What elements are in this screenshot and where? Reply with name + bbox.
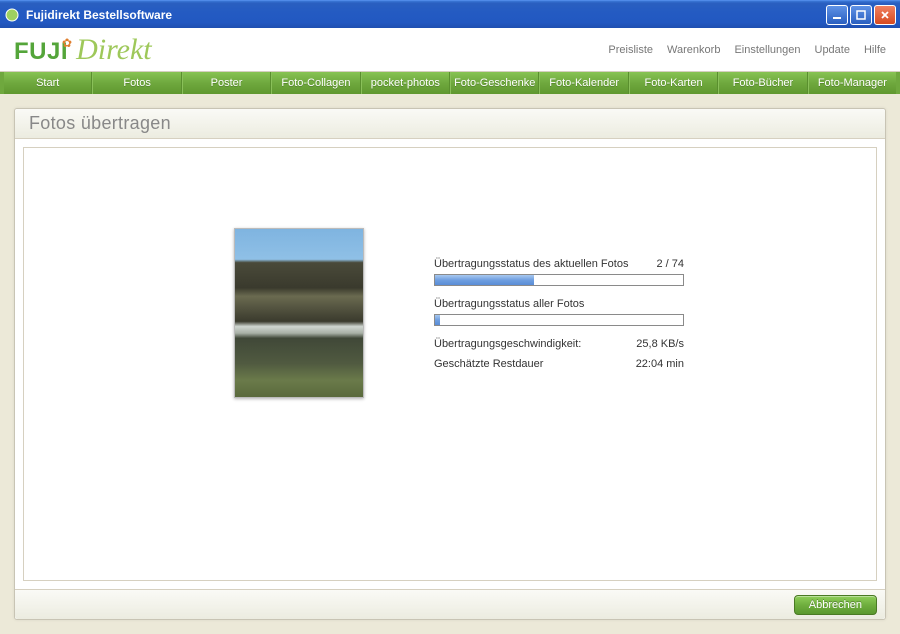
content-area: Fotos übertragen Übertragungsstatus des … bbox=[0, 94, 900, 634]
all-progress-bar bbox=[434, 314, 684, 326]
window-title: Fujidirekt Bestellsoftware bbox=[26, 8, 826, 22]
panel-title: Fotos übertragen bbox=[29, 113, 171, 134]
nav-buecher[interactable]: Foto-Bücher bbox=[718, 72, 807, 94]
nav-collagen[interactable]: Foto-Collagen bbox=[271, 72, 360, 94]
current-progress-bar bbox=[434, 274, 684, 286]
butterfly-icon: ✿ bbox=[62, 36, 72, 50]
close-button[interactable] bbox=[874, 5, 896, 25]
nav-geschenke[interactable]: Foto-Geschenke bbox=[450, 72, 539, 94]
header-links: Preisliste Warenkorb Einstellungen Updat… bbox=[608, 44, 886, 56]
transfer-status: Übertragungsstatus des aktuellen Fotos 2… bbox=[434, 228, 684, 580]
logo-text-2: Direkt bbox=[76, 33, 152, 67]
nav-fotos[interactable]: Fotos bbox=[92, 72, 181, 94]
link-preisliste[interactable]: Preisliste bbox=[608, 44, 653, 56]
nav-manager[interactable]: Foto-Manager bbox=[808, 72, 896, 94]
nav-karten[interactable]: Foto-Karten bbox=[629, 72, 718, 94]
logo: FUJI ✿ Direkt bbox=[14, 33, 152, 67]
speed-value: 25,8 KB/s bbox=[636, 338, 684, 350]
speed-label: Übertragungsgeschwindigkeit: bbox=[434, 338, 581, 350]
panel-title-bar: Fotos übertragen bbox=[15, 109, 885, 139]
current-progress-fill bbox=[435, 275, 534, 285]
app-header: FUJI ✿ Direkt Preisliste Warenkorb Einst… bbox=[0, 28, 900, 72]
eta-label: Geschätzte Restdauer bbox=[434, 358, 543, 370]
nav-pocket[interactable]: pocket-photos bbox=[361, 72, 450, 94]
cancel-button[interactable]: Abbrechen bbox=[794, 595, 877, 615]
nav-poster[interactable]: Poster bbox=[182, 72, 271, 94]
link-hilfe[interactable]: Hilfe bbox=[864, 44, 886, 56]
link-warenkorb[interactable]: Warenkorb bbox=[667, 44, 720, 56]
panel-body: Übertragungsstatus des aktuellen Fotos 2… bbox=[23, 147, 877, 581]
current-status-label: Übertragungsstatus des aktuellen Fotos bbox=[434, 258, 628, 270]
main-nav: Start Fotos Poster Foto-Collagen pocket-… bbox=[0, 72, 900, 94]
all-progress-fill bbox=[435, 315, 440, 325]
current-status-counter: 2 / 74 bbox=[656, 258, 684, 270]
app-icon bbox=[4, 7, 20, 23]
photo-thumbnail bbox=[234, 228, 364, 398]
panel-bottom-bar: Abbrechen bbox=[15, 589, 885, 619]
window-titlebar: Fujidirekt Bestellsoftware bbox=[0, 0, 900, 28]
link-einstellungen[interactable]: Einstellungen bbox=[734, 44, 800, 56]
eta-value: 22:04 min bbox=[636, 358, 684, 370]
all-status-label: Übertragungsstatus aller Fotos bbox=[434, 298, 584, 310]
nav-start[interactable]: Start bbox=[4, 72, 92, 94]
transfer-panel: Fotos übertragen Übertragungsstatus des … bbox=[14, 108, 886, 620]
link-update[interactable]: Update bbox=[815, 44, 850, 56]
logo-text-1: FUJI bbox=[14, 38, 68, 66]
maximize-button[interactable] bbox=[850, 5, 872, 25]
nav-kalender[interactable]: Foto-Kalender bbox=[539, 72, 628, 94]
minimize-button[interactable] bbox=[826, 5, 848, 25]
